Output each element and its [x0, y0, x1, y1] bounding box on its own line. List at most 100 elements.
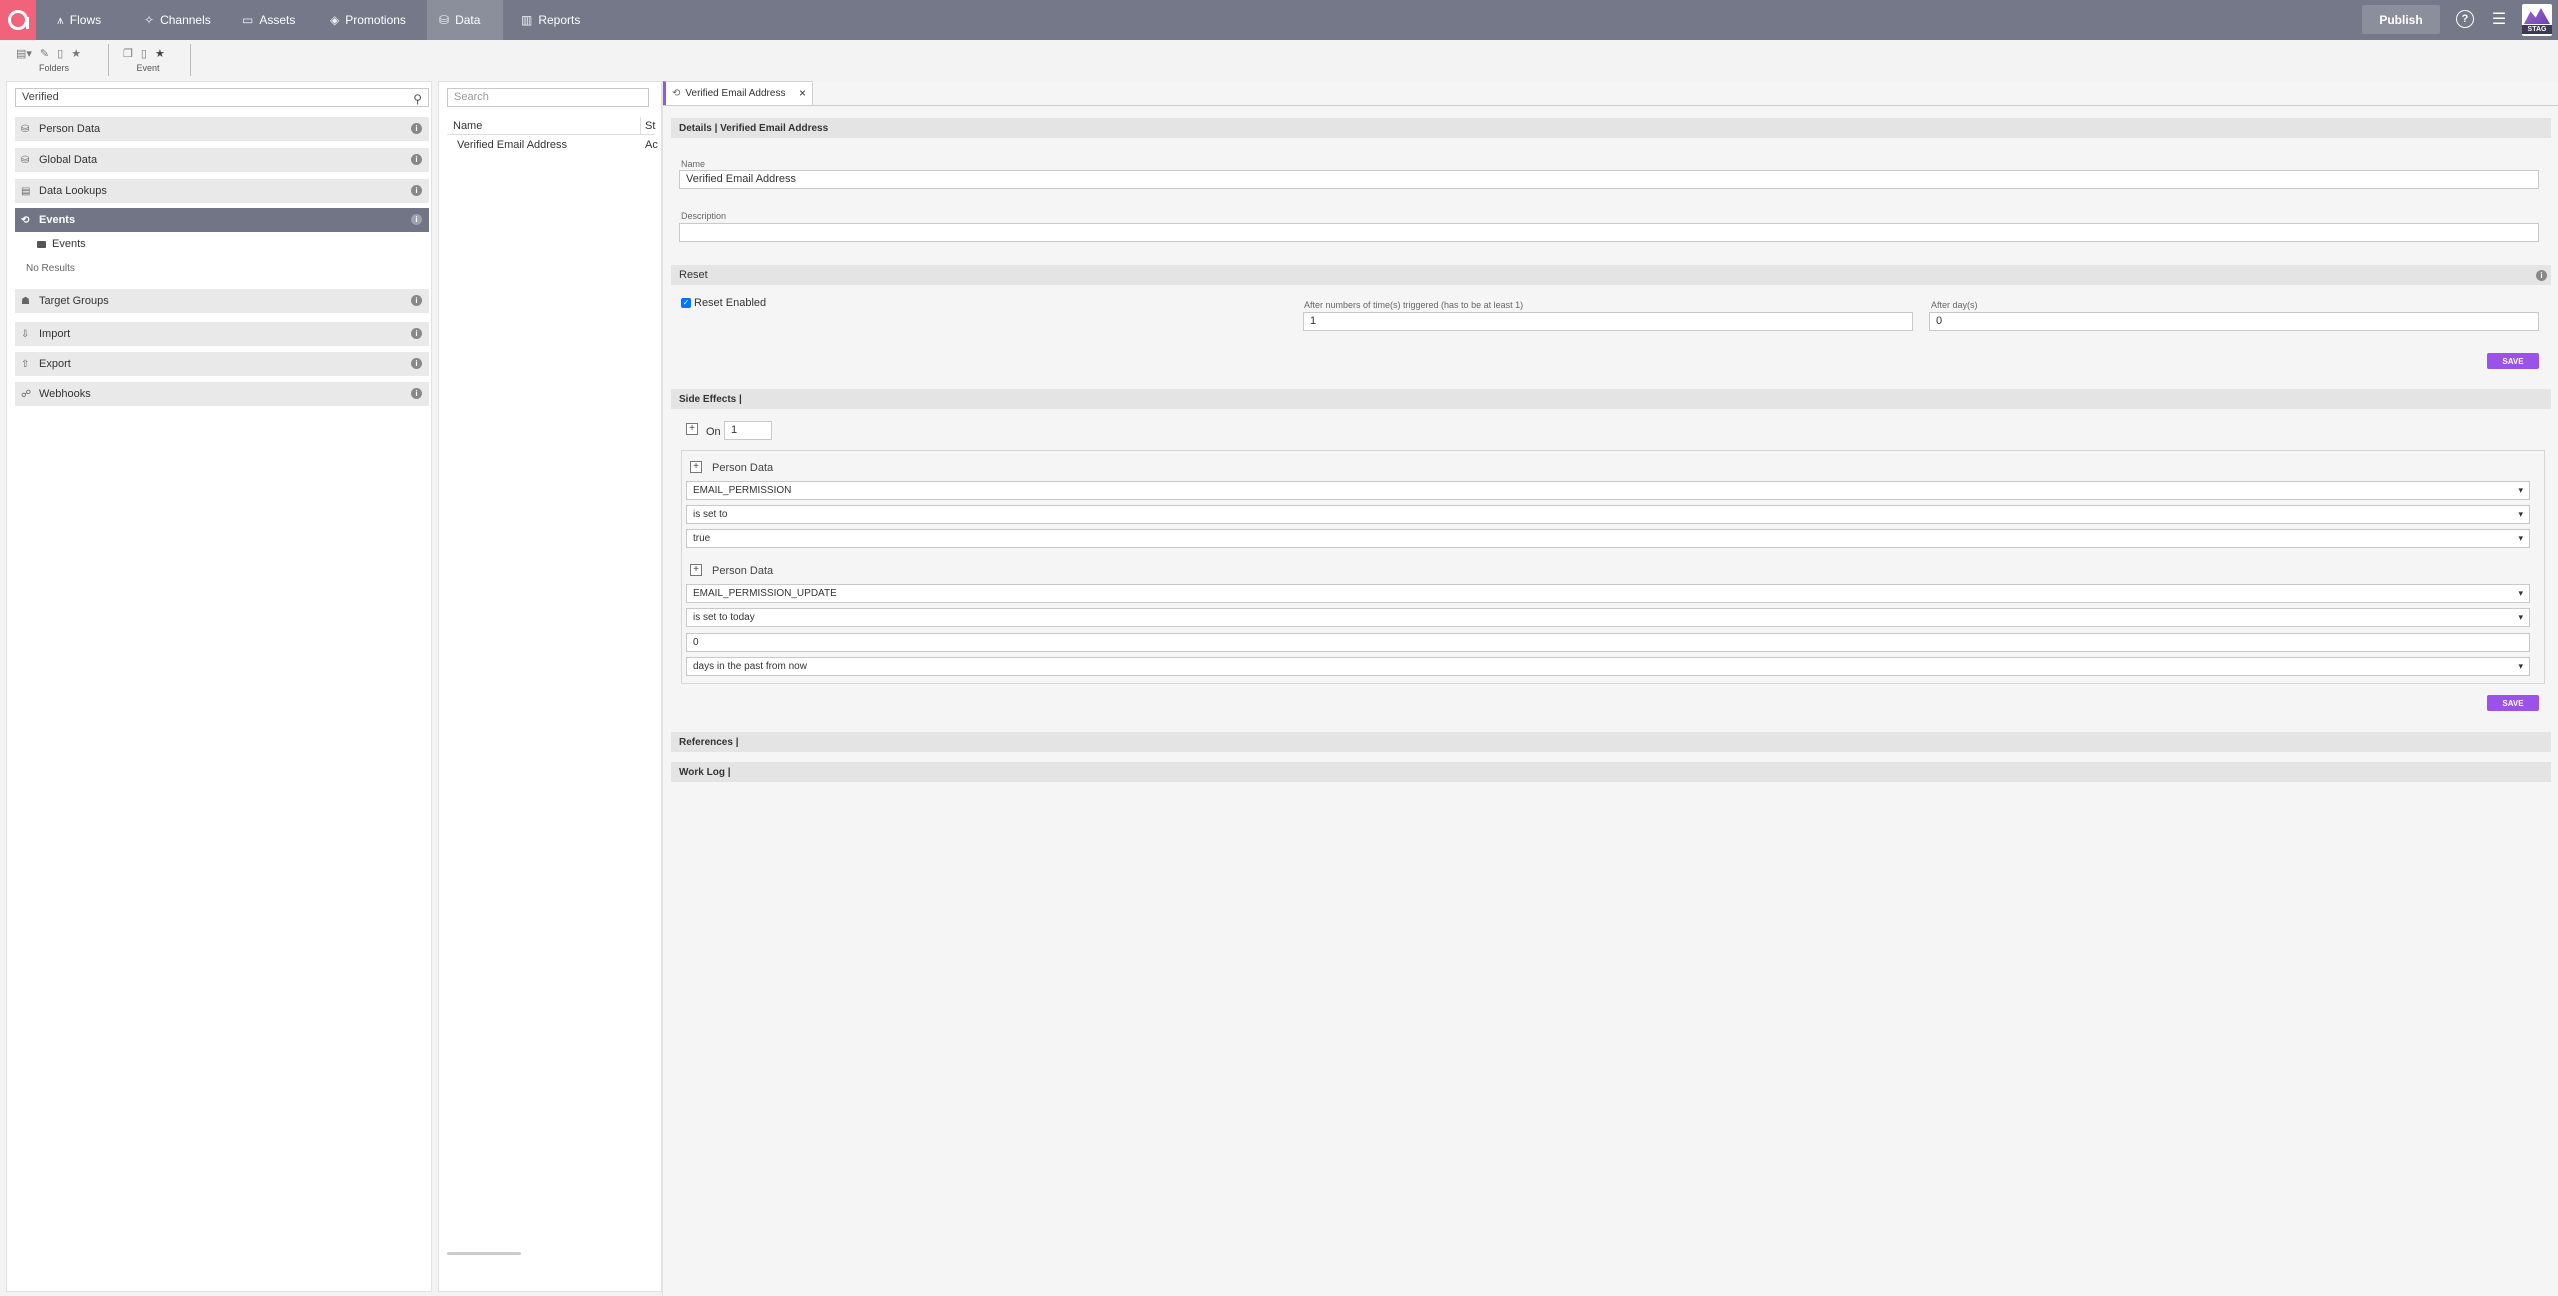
- operator-select[interactable]: is set to today ▾: [686, 608, 2530, 627]
- no-results-text: No Results: [26, 263, 75, 274]
- name-label: Name: [681, 159, 706, 169]
- favorite-icon[interactable]: ★: [71, 47, 81, 60]
- logo-mark-icon: [8, 10, 29, 30]
- nav-promotions[interactable]: ◈ Promotions: [318, 0, 418, 40]
- add-trigger-icon[interactable]: +: [686, 423, 698, 435]
- info-icon[interactable]: i: [411, 328, 422, 339]
- add-side-effect-icon[interactable]: +: [690, 461, 702, 473]
- side-effect-title: Person Data: [712, 462, 774, 474]
- nav-assets[interactable]: ▭ Assets: [230, 0, 307, 40]
- category-data-lookups[interactable]: ▤ Data Lookups i: [15, 179, 429, 203]
- after-times-input[interactable]: 1: [1303, 312, 1913, 331]
- references-section-header[interactable]: References |: [671, 732, 2551, 752]
- value-select[interactable]: true ▾: [686, 529, 2530, 548]
- name-input[interactable]: Verified Email Address: [679, 170, 2539, 189]
- category-import[interactable]: ⇩ Import i: [15, 322, 429, 346]
- table-row[interactable]: Verified Email Address Ac: [447, 138, 658, 154]
- event-list-header: Name St: [447, 117, 655, 135]
- tab-verified-email-address[interactable]: ⟲ Verified Email Address ×: [663, 81, 813, 105]
- days-value-input[interactable]: 0: [686, 633, 2530, 652]
- toolbar-divider: [108, 44, 109, 76]
- info-icon[interactable]: i: [2536, 270, 2547, 281]
- toolbar: ▤▾ ✎ ▯ ★ Folders ❐ ▯ ★ Event: [0, 40, 2558, 80]
- top-navigation-bar: ⩚ Flows ✧ Channels ▭ Assets ◈ Promotions…: [0, 0, 2558, 40]
- after-days-label: After day(s): [1931, 300, 1978, 310]
- data-icon: ⛁: [439, 13, 450, 27]
- category-events[interactable]: ⟲ Events i: [15, 208, 429, 232]
- column-status-header[interactable]: St: [645, 120, 655, 132]
- app-logo[interactable]: [0, 0, 36, 40]
- info-icon[interactable]: i: [411, 358, 422, 369]
- event-list-panel: Search Name St Verified Email Address Ac: [438, 81, 662, 1292]
- event-toolbar-group: ❐ ▯ ★ Event: [123, 46, 183, 78]
- on-count-input[interactable]: 1: [724, 421, 772, 440]
- global-data-icon: ⛁: [21, 154, 30, 166]
- info-icon[interactable]: i: [411, 185, 422, 196]
- settings-sliders-icon[interactable]: ☰: [2489, 9, 2509, 29]
- search-icon[interactable]: ⚲: [413, 91, 422, 108]
- reset-save-button[interactable]: SAVE: [2487, 353, 2539, 369]
- after-days-input[interactable]: 0: [1929, 312, 2539, 331]
- side-effects-section-header[interactable]: Side Effects |: [671, 389, 2551, 409]
- publish-button[interactable]: Publish: [2362, 5, 2440, 34]
- info-icon[interactable]: i: [411, 295, 422, 306]
- direction-select[interactable]: days in the past from now ▾: [686, 657, 2530, 676]
- info-icon[interactable]: i: [411, 123, 422, 134]
- chevron-down-icon: ▾: [2518, 661, 2523, 671]
- event-tab-icon: ⟲: [672, 88, 681, 99]
- export-icon: ⇧: [21, 358, 30, 370]
- reset-enabled-checkbox[interactable]: ✓ Reset Enabled: [681, 297, 766, 309]
- horizontal-scrollbar[interactable]: [447, 1252, 521, 1255]
- info-icon[interactable]: i: [411, 388, 422, 399]
- edit-icon[interactable]: ✎: [40, 47, 49, 60]
- nav-flows[interactable]: ⩚ Flows: [45, 0, 113, 40]
- data-lookups-icon: ▤: [21, 185, 31, 197]
- description-label: Description: [681, 211, 727, 221]
- category-search-input[interactable]: Verified ⚲: [15, 88, 429, 107]
- column-name-header[interactable]: Name: [453, 120, 482, 132]
- column-resizer[interactable]: [640, 117, 641, 135]
- category-panel: Verified ⚲ ⛁ Person Data i ⛁ Global Data…: [6, 81, 432, 1292]
- reset-section-header[interactable]: Reset i: [671, 265, 2551, 285]
- chevron-down-icon: ▾: [2518, 612, 2523, 622]
- target-groups-icon: ☗: [21, 295, 30, 307]
- category-person-data[interactable]: ⛁ Person Data i: [15, 117, 429, 141]
- chevron-down-icon: ▾: [2518, 485, 2523, 495]
- field-select[interactable]: EMAIL_PERMISSION_UPDATE ▾: [686, 584, 2530, 603]
- copy-icon[interactable]: ❐: [123, 47, 133, 60]
- add-side-effect-icon[interactable]: +: [690, 564, 702, 576]
- checkbox-checked-icon[interactable]: ✓: [681, 298, 691, 308]
- help-icon[interactable]: ?: [2456, 10, 2474, 28]
- category-export[interactable]: ⇧ Export i: [15, 352, 429, 376]
- nav-reports[interactable]: ▥ Reports: [509, 0, 592, 40]
- assets-icon: ▭: [242, 13, 254, 27]
- channels-icon: ✧: [144, 13, 155, 27]
- info-icon[interactable]: i: [411, 154, 422, 165]
- side-effect-title: Person Data: [712, 565, 774, 577]
- details-section-header[interactable]: Details | Verified Email Address: [671, 118, 2551, 138]
- reports-icon: ▥: [521, 13, 533, 27]
- events-folder-item[interactable]: Events: [37, 238, 86, 250]
- info-icon[interactable]: i: [411, 214, 422, 225]
- new-folder-icon[interactable]: ▤▾: [16, 47, 32, 60]
- nav-data[interactable]: ⛁ Data: [427, 0, 503, 40]
- event-label: Event: [136, 63, 160, 73]
- category-global-data[interactable]: ⛁ Global Data i: [15, 148, 429, 172]
- operator-select[interactable]: is set to ▾: [686, 505, 2530, 524]
- close-tab-icon[interactable]: ×: [799, 86, 806, 100]
- event-favorite-icon[interactable]: ★: [155, 47, 165, 60]
- worklog-section-header[interactable]: Work Log |: [671, 762, 2551, 782]
- nav-channels[interactable]: ✧ Channels: [132, 0, 223, 40]
- event-search-input[interactable]: Search: [447, 88, 649, 107]
- environment-badge[interactable]: STAG: [2522, 4, 2552, 36]
- delete-icon[interactable]: ▯: [57, 47, 63, 60]
- chevron-down-icon: ▾: [2518, 533, 2523, 543]
- category-webhooks[interactable]: ☍ Webhooks i: [15, 382, 429, 406]
- tab-divider: [663, 105, 2558, 106]
- category-target-groups[interactable]: ☗ Target Groups i: [15, 289, 429, 313]
- side-effects-save-button[interactable]: SAVE: [2487, 695, 2539, 711]
- field-select[interactable]: EMAIL_PERMISSION ▾: [686, 481, 2530, 500]
- event-detail-panel: ⟲ Verified Email Address × Details | Ver…: [662, 81, 2558, 1296]
- event-delete-icon[interactable]: ▯: [141, 47, 147, 60]
- description-input[interactable]: [679, 223, 2539, 242]
